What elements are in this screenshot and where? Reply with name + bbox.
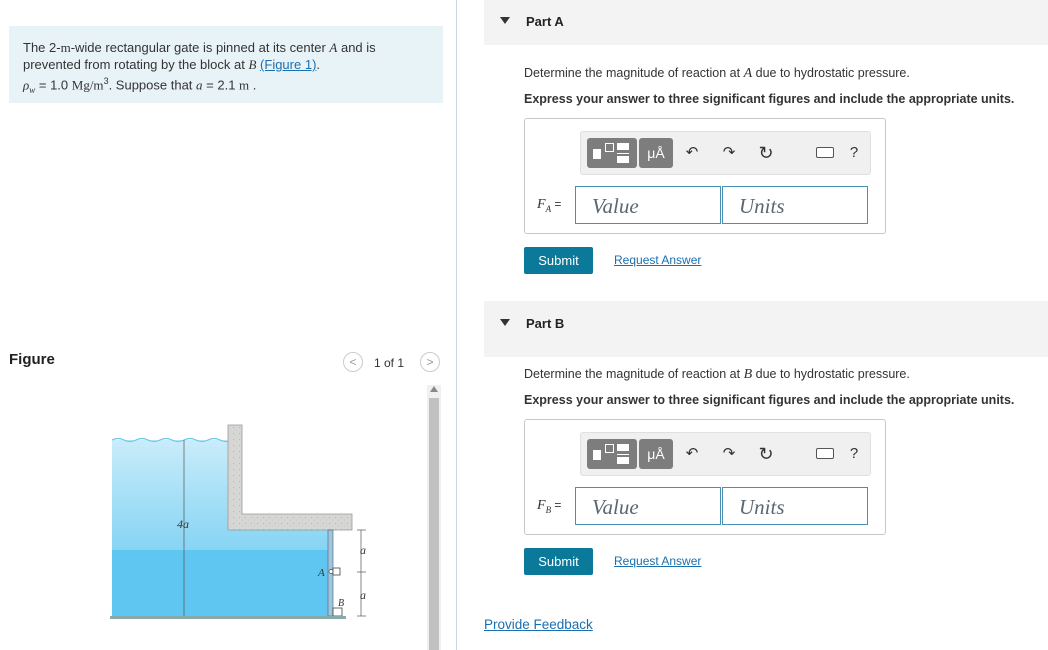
collapse-triangle-icon[interactable] [500, 17, 510, 24]
reset-icon[interactable]: ↻ [754, 138, 778, 168]
keyboard-icon[interactable] [816, 448, 834, 459]
request-answer-link[interactable]: Request Answer [614, 554, 701, 568]
value-input[interactable]: Value [575, 487, 721, 525]
value-input[interactable]: Value [575, 186, 721, 224]
panel-divider [456, 0, 457, 650]
scrollbar-thumb[interactable] [429, 398, 439, 650]
prev-figure-button[interactable]: < [343, 352, 363, 372]
math-toolbar: μÅ ↶ ↷ ↻ ? [580, 131, 871, 175]
scroll-up-arrow-icon[interactable] [430, 386, 438, 392]
question-text: Determine the magnitude of reaction at [524, 367, 744, 381]
rho-value: = 1.0 [35, 77, 72, 93]
math-toolbar: μÅ ↶ ↷ ↻ ? [580, 432, 871, 476]
units-placeholder: Units [739, 495, 785, 519]
answer-variable-label: FB = [537, 496, 561, 515]
redo-icon[interactable]: ↷ [717, 138, 741, 168]
point-symbol: B [743, 367, 753, 382]
label-A: A [317, 567, 325, 579]
redo-icon[interactable]: ↷ [717, 439, 741, 469]
point-symbol: A [743, 66, 753, 81]
units-button[interactable]: μÅ [639, 439, 673, 469]
ground [110, 616, 346, 619]
part-b-answer-box: μÅ ↶ ↷ ↻ ? FB = Value Units [524, 419, 886, 535]
figure-title: Figure [9, 351, 55, 368]
question-text: Determine the magnitude of reaction at [524, 66, 744, 80]
keyboard-icon[interactable] [816, 147, 834, 158]
label-B: B [338, 598, 344, 609]
undo-icon[interactable]: ↶ [680, 439, 704, 469]
problem-text: -wide rectangular gate is pinned at its … [70, 40, 330, 55]
provide-feedback-link[interactable]: Provide Feedback [484, 617, 593, 632]
a-value: = 2.1 [202, 77, 240, 93]
problem-text: . [316, 57, 321, 72]
value-placeholder: Value [592, 495, 639, 519]
template-button[interactable] [587, 138, 637, 168]
part-a-header[interactable]: Part A [484, 0, 1048, 45]
part-a-instruction: Express your answer to three significant… [524, 92, 1015, 106]
figure-link[interactable]: (Figure 1) [260, 57, 316, 72]
gate-figure: 4a a a A B [110, 424, 366, 619]
part-a-title: Part A [526, 14, 564, 29]
equals-sign: = [551, 197, 562, 211]
template-button[interactable] [587, 439, 637, 469]
point-symbol: B [248, 57, 257, 72]
part-b-title: Part B [526, 316, 565, 331]
answer-variable-label: FA = [537, 195, 561, 214]
reset-icon[interactable]: ↻ [754, 439, 778, 469]
rho-units: Mg/m [71, 77, 104, 93]
request-answer-link[interactable]: Request Answer [614, 253, 701, 267]
part-b-header[interactable]: Part B [484, 301, 1048, 357]
figure-pager: 1 of 1 [374, 356, 405, 370]
unit-symbol: m [60, 40, 71, 55]
units-button[interactable]: μÅ [639, 138, 673, 168]
problem-text: . [249, 77, 257, 93]
submit-button[interactable]: Submit [524, 548, 593, 575]
water-lower-region [112, 550, 333, 616]
problem-text: and is [337, 40, 376, 55]
part-a-answer-box: μÅ ↶ ↷ ↻ ? FA = Value Units [524, 118, 886, 234]
problem-text: prevented from rotating by the block at [23, 57, 249, 72]
a-unit: m [239, 77, 250, 93]
label-a-top: a [360, 543, 366, 557]
problem-text: . Suppose that [108, 77, 197, 93]
submit-button[interactable]: Submit [524, 247, 593, 274]
units-input[interactable]: Units [722, 186, 868, 224]
problem-statement: The 2-m-wide rectangular gate is pinned … [9, 26, 443, 103]
label-4a: 4a [177, 517, 189, 531]
collapse-triangle-icon[interactable] [500, 319, 510, 326]
help-icon[interactable]: ? [842, 439, 866, 469]
next-figure-button[interactable]: > [420, 352, 440, 372]
help-icon[interactable]: ? [842, 138, 866, 168]
part-b-question: Determine the magnitude of reaction at B… [524, 367, 910, 383]
pin-A [332, 567, 341, 576]
value-placeholder: Value [592, 194, 639, 218]
part-a-question: Determine the magnitude of reaction at A… [524, 66, 910, 82]
equals-sign: = [551, 498, 562, 512]
var-symbol: F [537, 197, 546, 212]
question-text: due to hydrostatic pressure. [752, 367, 910, 381]
undo-icon[interactable]: ↶ [680, 138, 704, 168]
label-a-bottom: a [360, 588, 366, 602]
units-placeholder: Units [739, 194, 785, 218]
concrete-wall [227, 424, 353, 531]
units-input[interactable]: Units [722, 487, 868, 525]
part-b-instruction: Express your answer to three significant… [524, 393, 1015, 407]
problem-text: The 2- [23, 40, 61, 55]
var-symbol: F [537, 498, 546, 513]
block-B [332, 607, 343, 617]
question-text: due to hydrostatic pressure. [752, 66, 910, 80]
